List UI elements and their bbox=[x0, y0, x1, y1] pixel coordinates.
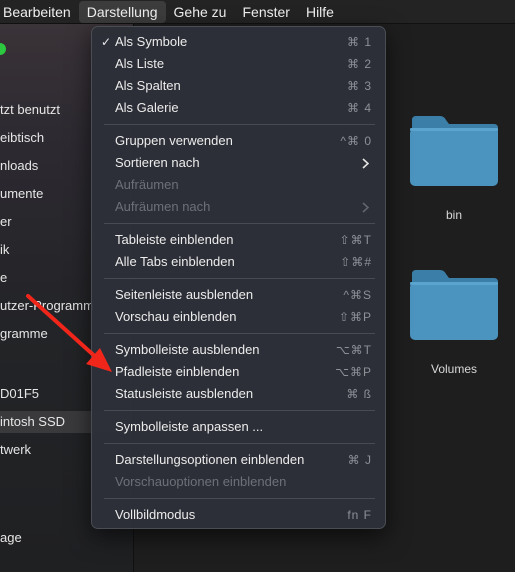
shortcut: ⌘ 3 bbox=[346, 79, 372, 93]
shortcut: ⌘ 1 bbox=[346, 35, 372, 49]
menu-item-label: Darstellungsoptionen einblenden bbox=[115, 452, 305, 467]
menu-item-as-columns[interactable]: Als Spalten ⌘ 3 bbox=[98, 75, 381, 97]
menu-gehe-zu[interactable]: Gehe zu bbox=[166, 1, 235, 23]
menu-item-label: Symbolleiste ausblenden bbox=[115, 342, 260, 357]
shortcut: ⇧⌘T bbox=[339, 233, 372, 247]
shortcut: ⌥⌘P bbox=[335, 365, 372, 379]
menu-item-hide-toolbar[interactable]: Symbolleiste ausblenden ⌥⌘T bbox=[98, 339, 381, 361]
menu-item-show-view-options[interactable]: Darstellungsoptionen einblenden ⌘ J bbox=[98, 449, 381, 471]
menu-fenster[interactable]: Fenster bbox=[234, 1, 297, 23]
menu-item-hide-status-bar[interactable]: Statusleiste ausblenden ⌘ ß bbox=[98, 383, 381, 405]
menu-bar: Bearbeiten Darstellung Gehe zu Fenster H… bbox=[0, 0, 515, 24]
shortcut: fn F bbox=[347, 508, 372, 522]
sidebar-item-storage[interactable]: age bbox=[0, 527, 133, 549]
menu-item-label: Als Liste bbox=[115, 56, 165, 71]
shortcut: ⌘ J bbox=[347, 453, 372, 467]
menu-item-label: Als Symbole bbox=[115, 34, 188, 49]
menu-item-label: Pfadleiste einblenden bbox=[115, 364, 240, 379]
menu-bearbeiten[interactable]: Bearbeiten bbox=[0, 1, 79, 23]
menu-item-sort-by[interactable]: Sortieren nach bbox=[98, 152, 381, 174]
folder-label: Volumes bbox=[430, 362, 478, 376]
menu-separator bbox=[104, 498, 375, 499]
folder-label: bin bbox=[445, 208, 462, 222]
menu-darstellung[interactable]: Darstellung bbox=[78, 0, 166, 23]
view-menu-dropdown: ✓ Als Symbole ⌘ 1 Als Liste ⌘ 2 Als Spal… bbox=[91, 26, 386, 529]
menu-item-label: Gruppen verwenden bbox=[115, 133, 233, 148]
menu-item-show-all-tabs[interactable]: Alle Tabs einblenden ⇧⌘# bbox=[98, 251, 381, 273]
menu-item-full-screen[interactable]: Vollbildmodus fn F bbox=[98, 504, 381, 526]
menu-separator bbox=[104, 223, 375, 224]
chevron-right-icon bbox=[362, 158, 369, 169]
shortcut: ^⌘ 0 bbox=[340, 134, 372, 148]
menu-item-label: Als Galerie bbox=[115, 100, 179, 115]
shortcut: ⇧⌘P bbox=[338, 310, 372, 324]
menu-item-hide-sidebar[interactable]: Seitenleiste ausblenden ^⌘S bbox=[98, 284, 381, 306]
menu-separator bbox=[104, 443, 375, 444]
menu-item-label: Alle Tabs einblenden bbox=[115, 254, 235, 269]
shortcut: ⌘ ß bbox=[346, 387, 372, 401]
menu-item-clean-up: Aufräumen bbox=[98, 174, 381, 196]
menu-item-show-preview[interactable]: Vorschau einblenden ⇧⌘P bbox=[98, 306, 381, 328]
menu-item-as-list[interactable]: Als Liste ⌘ 2 bbox=[98, 53, 381, 75]
menu-item-label: Vorschauoptionen einblenden bbox=[115, 474, 287, 489]
menu-item-label: Symbolleiste anpassen ... bbox=[115, 419, 264, 434]
menu-separator bbox=[104, 410, 375, 411]
menu-item-show-preview-options: Vorschauoptionen einblenden bbox=[98, 471, 381, 493]
checkmark-icon: ✓ bbox=[101, 35, 112, 49]
menu-item-label: Aufräumen nach bbox=[115, 199, 211, 214]
zoom-window-button[interactable] bbox=[0, 43, 6, 55]
menu-separator bbox=[104, 124, 375, 125]
menu-item-show-path-bar[interactable]: Pfadleiste einblenden ⌥⌘P bbox=[98, 361, 381, 383]
menu-item-label: Vorschau einblenden bbox=[115, 309, 237, 324]
menu-item-label: Tableiste einblenden bbox=[115, 232, 234, 247]
menu-separator bbox=[104, 333, 375, 334]
menu-item-label: Sortieren nach bbox=[115, 155, 200, 170]
menu-item-as-icons[interactable]: ✓ Als Symbole ⌘ 1 bbox=[98, 31, 381, 53]
menu-item-customize-toolbar[interactable]: Symbolleiste anpassen ... bbox=[98, 416, 381, 438]
menu-item-as-gallery[interactable]: Als Galerie ⌘ 4 bbox=[98, 97, 381, 119]
menu-item-label: Vollbildmodus bbox=[115, 507, 196, 522]
menu-item-clean-up-by: Aufräumen nach bbox=[98, 196, 381, 218]
folder-bin[interactable]: bin bbox=[408, 114, 500, 234]
menu-item-label: Statusleiste ausblenden bbox=[115, 386, 254, 401]
menu-item-label: Aufräumen bbox=[115, 177, 179, 192]
menu-hilfe[interactable]: Hilfe bbox=[298, 1, 342, 23]
folder-volumes[interactable]: Volumes bbox=[408, 268, 500, 388]
shortcut: ^⌘S bbox=[343, 288, 372, 302]
menu-separator bbox=[104, 278, 375, 279]
shortcut: ⌥⌘T bbox=[335, 343, 372, 357]
shortcut: ⌘ 4 bbox=[346, 101, 372, 115]
chevron-right-icon bbox=[362, 202, 369, 213]
menu-item-label: Seitenleiste ausblenden bbox=[115, 287, 254, 302]
shortcut: ⌘ 2 bbox=[346, 57, 372, 71]
shortcut: ⇧⌘# bbox=[340, 255, 372, 269]
menu-item-use-groups[interactable]: Gruppen verwenden ^⌘ 0 bbox=[98, 130, 381, 152]
folder-icon bbox=[410, 116, 498, 186]
menu-item-label: Als Spalten bbox=[115, 78, 181, 93]
menu-item-show-tab-bar[interactable]: Tableiste einblenden ⇧⌘T bbox=[98, 229, 381, 251]
folder-icon bbox=[410, 270, 498, 340]
